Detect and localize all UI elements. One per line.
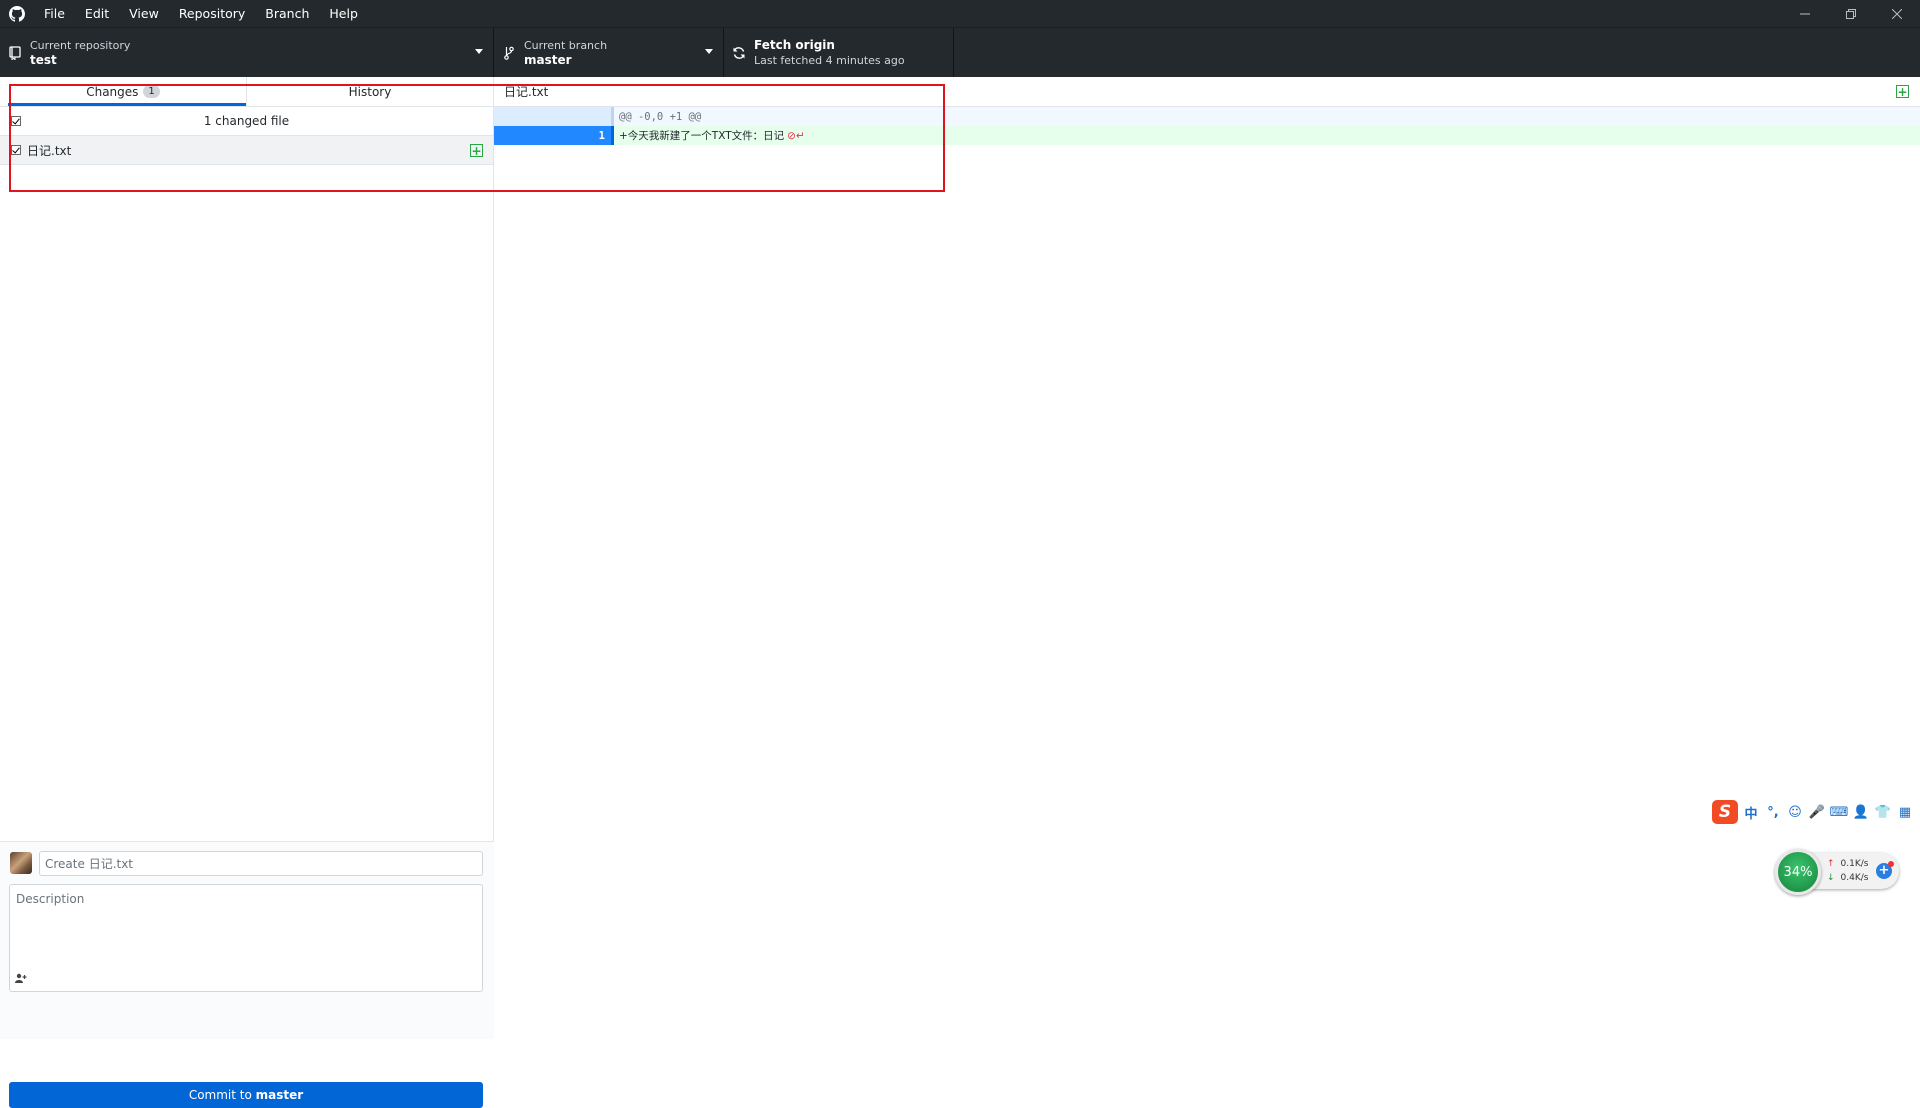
added-line[interactable]: 1 +今天我新建了一个TXT文件：日记 ⊘↵ [494,126,1920,145]
branch-label: Current branch [524,39,608,52]
new-line-gutter [554,107,614,126]
tab-changes[interactable]: Changes 1 [0,77,246,106]
last-fetched: Last fetched 4 minutes ago [754,54,905,67]
file-added-icon: + [470,143,483,158]
title-bar: File Edit View Repository Branch Help [0,0,1920,27]
old-line-gutter [494,126,554,145]
changes-count-badge: 1 [143,85,160,98]
current-branch-dropdown[interactable]: Current branch master [494,28,724,78]
new-line-number: 1 [554,126,614,145]
minimize-button[interactable] [1782,0,1828,27]
menu-branch[interactable]: Branch [255,6,319,21]
diff-file-name: 日记.txt [504,85,549,99]
network-speed-widget[interactable]: ↑ 0.1K/s ↓ 0.4K/s 34% + [1775,849,1901,895]
hunk-text: @@ -0,0 +1 @@ [619,110,702,123]
ime-mic-icon[interactable]: 🎤 [1808,803,1826,821]
no-newline-icon: ⊘↵ [787,129,805,142]
minimize-icon [1800,13,1810,14]
sync-icon [724,46,754,60]
sogou-logo-icon[interactable]: S [1712,800,1738,824]
line-content: +今天我新建了一个TXT文件：日记 ⊘↵ [614,126,805,145]
changes-header: 1 changed file [0,107,493,136]
commit-description-input[interactable] [10,885,482,965]
tab-changes-label: Changes [86,84,139,99]
menu-view[interactable]: View [119,6,169,21]
branch-icon [494,46,524,60]
chevron-down-icon [475,49,483,54]
menu-bar: File Edit View Repository Branch Help [34,0,368,27]
restore-icon [1846,8,1856,19]
usage-percent: 34% [1783,864,1813,880]
chevron-down-icon [705,49,713,54]
close-icon [1892,8,1902,19]
fetch-origin-button[interactable]: Fetch origin Last fetched 4 minutes ago [724,28,954,78]
ime-user-icon[interactable]: 👤 [1852,803,1870,821]
menu-repository[interactable]: Repository [169,6,255,21]
commit-summary-input[interactable] [39,851,483,876]
ime-keyboard-icon[interactable]: ⌨ [1830,803,1849,821]
line-text: +今天我新建了一个TXT文件：日记 [619,130,785,142]
memory-usage-circle[interactable]: 34% [1775,849,1821,895]
commit-area: Commit to master [0,841,494,1108]
ime-toolbox-icon[interactable]: ▦ [1896,803,1914,821]
fetch-label: Fetch origin [754,38,835,52]
toolbar: Current repository test Current branch m… [0,27,1920,78]
file-checkbox[interactable] [11,145,21,155]
menu-help[interactable]: Help [319,6,368,21]
ime-emoji-icon[interactable]: ☺ [1786,803,1804,821]
tab-history-label: History [348,84,392,99]
ime-toolbar: S 中 °, ☺ 🎤 ⌨ 👤 👕 ▦ [1712,799,1920,825]
add-coauthor-icon[interactable] [15,973,27,986]
window-controls [1782,0,1920,27]
repo-label: Current repository [30,39,131,52]
upload-arrow-icon: ↑ [1827,859,1835,869]
ime-chinese-mode[interactable]: 中 [1742,803,1760,822]
file-row[interactable]: 日记.txt + [0,136,493,165]
file-added-icon: + [1896,84,1909,99]
changed-files-count: 1 changed file [203,114,290,128]
commit-button-prefix: Commit to [188,1088,256,1102]
speed-readout: ↑ 0.1K/s ↓ 0.4K/s [1827,857,1868,885]
ime-skin-icon[interactable]: 👕 [1874,803,1892,821]
tab-history[interactable]: History [246,77,493,106]
notification-dot [1888,861,1894,867]
download-arrow-icon: ↓ [1827,873,1835,883]
current-repository-dropdown[interactable]: Current repository test [0,28,494,78]
diff-view: 日记.txt + @@ -0,0 +1 @@ 1 +今天我新建了一个TXT文件：… [494,77,1920,1039]
close-button[interactable] [1874,0,1920,27]
avatar [10,852,32,874]
changes-sidebar: Changes 1 History 1 changed file 日记.txt … [0,77,494,1108]
commit-button[interactable]: Commit to master [9,1082,483,1108]
branch-value: master [524,53,572,67]
restore-button[interactable] [1828,0,1874,27]
file-name: 日记.txt [27,143,72,158]
description-box [9,884,483,992]
select-all-checkbox[interactable] [11,116,21,126]
upload-speed: 0.1K/s [1840,859,1869,869]
menu-file[interactable]: File [34,6,75,21]
repo-value: test [30,53,57,67]
menu-edit[interactable]: Edit [75,6,119,21]
commit-button-branch: master [255,1088,304,1102]
diff-header: 日记.txt + [494,77,1920,107]
download-speed: 0.4K/s [1840,873,1869,883]
sidebar-tabs: Changes 1 History [0,77,493,107]
ime-punctuation[interactable]: °, [1764,803,1782,821]
hunk-header: @@ -0,0 +1 @@ [494,107,1920,126]
repo-icon [0,46,30,60]
github-logo-icon [0,0,34,27]
old-line-gutter [494,107,554,126]
